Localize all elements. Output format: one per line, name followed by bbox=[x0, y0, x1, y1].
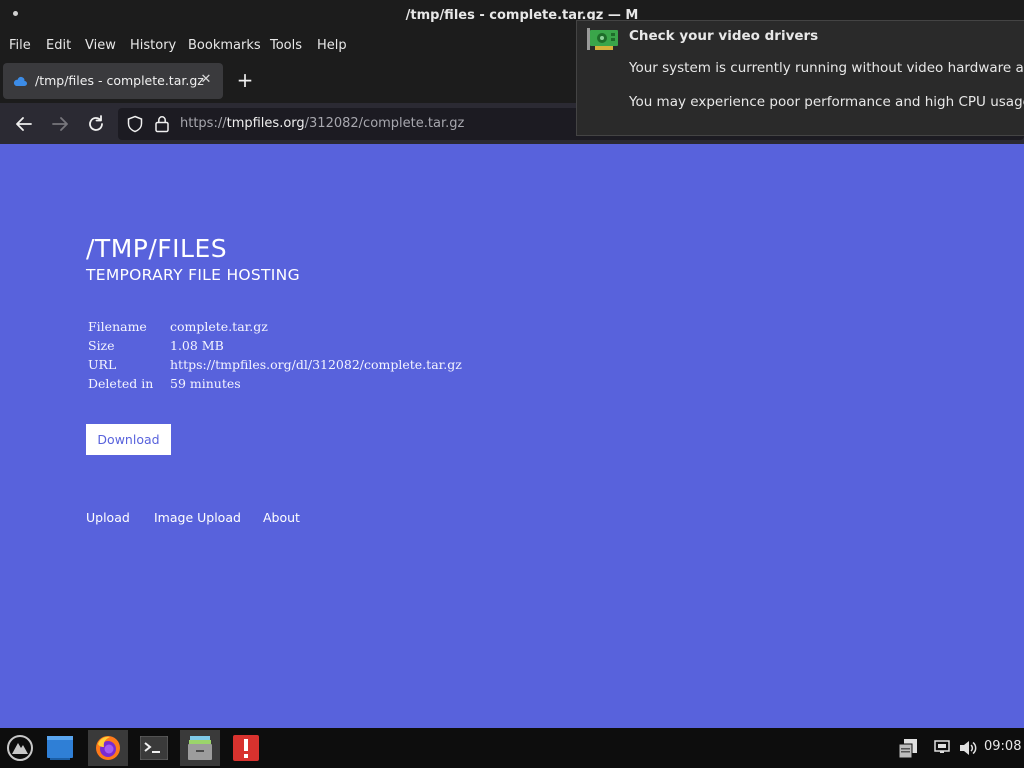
clipboard-tray-icon[interactable] bbox=[897, 737, 919, 759]
url-text[interactable]: https://tmpfiles.org/312082/complete.tar… bbox=[180, 116, 464, 131]
tracking-protection-shield-icon[interactable] bbox=[126, 115, 144, 133]
deleted-in-value: 59 minutes bbox=[170, 376, 241, 391]
taskbar: 09:08 bbox=[0, 728, 1024, 768]
files-icon bbox=[188, 736, 212, 760]
network-tray-icon[interactable] bbox=[934, 740, 950, 754]
padlock-icon[interactable] bbox=[154, 115, 170, 133]
deleted-in-label: Deleted in bbox=[88, 376, 154, 391]
taskbar-clock[interactable]: 09:08 bbox=[984, 739, 1021, 754]
new-tab-button[interactable]: + bbox=[234, 69, 256, 91]
desktop-icon bbox=[47, 736, 73, 760]
site-subtitle: TEMPORARY FILE HOSTING bbox=[86, 266, 300, 284]
download-button[interactable]: Download bbox=[86, 424, 171, 455]
back-arrow-icon[interactable] bbox=[12, 112, 36, 136]
firefox-icon bbox=[96, 736, 120, 760]
size-value: 1.08 MB bbox=[170, 338, 224, 353]
web-page: /TMP/FILES TEMPORARY FILE HOSTING Filena… bbox=[0, 144, 1024, 728]
show-desktop-button[interactable] bbox=[40, 730, 80, 766]
notification-title: Check your video drivers bbox=[629, 28, 819, 44]
firefox-taskbar-button[interactable] bbox=[88, 730, 128, 766]
table-row: Filename complete.tar.gz bbox=[86, 317, 462, 336]
table-row: URL https://tmpfiles.org/dl/312082/compl… bbox=[86, 355, 462, 374]
about-link[interactable]: About bbox=[263, 510, 300, 525]
upload-link[interactable]: Upload bbox=[86, 510, 130, 525]
menu-bookmarks[interactable]: Bookmarks bbox=[188, 38, 261, 53]
image-upload-link[interactable]: Image Upload bbox=[154, 510, 241, 525]
filename-value: complete.tar.gz bbox=[170, 319, 268, 334]
terminal-icon bbox=[140, 736, 168, 760]
terminal-taskbar-button[interactable] bbox=[134, 730, 174, 766]
notification-body-line2: You may experience poor performance and … bbox=[629, 94, 1024, 110]
graphics-card-icon bbox=[587, 28, 618, 50]
url-value: https://tmpfiles.org/dl/312082/complete.… bbox=[170, 357, 462, 372]
tab-title: /tmp/files - complete.tar.gz bbox=[35, 73, 204, 88]
alert-app-icon bbox=[233, 735, 259, 761]
url-label: URL bbox=[88, 357, 117, 372]
menu-help[interactable]: Help bbox=[317, 38, 347, 53]
start-menu-icon bbox=[7, 735, 33, 761]
files-taskbar-button[interactable] bbox=[180, 730, 220, 766]
menu-history[interactable]: History bbox=[130, 38, 176, 53]
table-row: Size 1.08 MB bbox=[86, 336, 462, 355]
menu-edit[interactable]: Edit bbox=[46, 38, 71, 53]
menu-tools[interactable]: Tools bbox=[270, 38, 302, 53]
tab-close-icon[interactable]: ✕ bbox=[198, 72, 214, 88]
size-label: Size bbox=[88, 338, 115, 353]
alert-app-taskbar-button[interactable] bbox=[226, 730, 266, 766]
file-info-table: Filename complete.tar.gz Size 1.08 MB UR… bbox=[86, 317, 462, 393]
forward-arrow-icon[interactable] bbox=[48, 112, 72, 136]
menu-file[interactable]: File bbox=[9, 38, 31, 53]
reload-icon[interactable] bbox=[84, 112, 108, 136]
tab-active[interactable]: /tmp/files - complete.tar.gz ✕ bbox=[3, 63, 223, 99]
site-title: /TMP/FILES bbox=[86, 234, 228, 263]
cloud-favicon-icon bbox=[13, 76, 27, 86]
filename-label: Filename bbox=[88, 319, 147, 334]
video-driver-notification[interactable]: Check your video drivers Your system is … bbox=[576, 20, 1024, 136]
volume-tray-icon[interactable] bbox=[959, 740, 977, 756]
table-row: Deleted in 59 minutes bbox=[86, 374, 462, 393]
notification-body-line1: Your system is currently running without… bbox=[629, 60, 1024, 76]
menu-view[interactable]: View bbox=[85, 38, 116, 53]
start-menu-button[interactable] bbox=[0, 730, 40, 766]
